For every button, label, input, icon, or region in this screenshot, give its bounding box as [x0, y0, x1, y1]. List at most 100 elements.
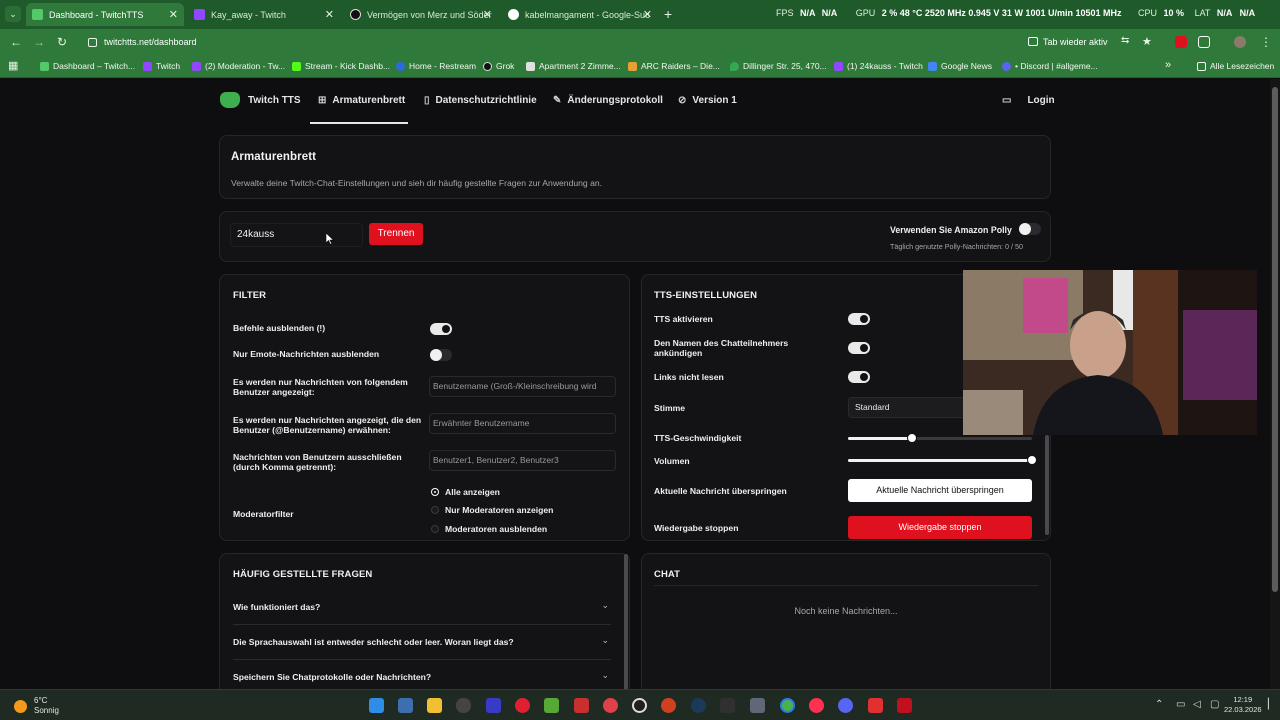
red-game-icon[interactable] — [868, 698, 883, 713]
extensions-icon[interactable] — [1198, 36, 1210, 48]
no-links-toggle[interactable] — [848, 371, 870, 383]
volume-icon[interactable]: ◁ — [1193, 699, 1201, 710]
browser-tab-google[interactable]: kabelmangament - Google-Suc ✕ — [502, 3, 658, 26]
apps-grid-icon[interactable]: ▦ — [8, 59, 18, 72]
discord-icon[interactable] — [838, 698, 853, 713]
site-info-icon[interactable] — [88, 38, 97, 47]
settings-gear-icon[interactable] — [750, 698, 765, 713]
close-tab-icon[interactable]: ✕ — [325, 8, 334, 21]
bookmark-item[interactable]: Dillinger Str. 25, 470... — [730, 61, 827, 71]
opera-gx-icon[interactable] — [515, 698, 530, 713]
nav-item-dashboard[interactable]: ⊞ Armaturenbrett — [318, 95, 405, 106]
tab-active-indicator[interactable]: Tab wieder aktiv — [1043, 37, 1108, 47]
file-explorer-icon[interactable] — [427, 698, 442, 713]
reload-icon[interactable]: ↻ — [57, 35, 67, 49]
bookmark-item[interactable]: Grok — [483, 61, 514, 71]
bookmark-item[interactable]: Dashboard – Twitch... — [40, 61, 135, 71]
bookmark-star-icon[interactable]: ★ — [1142, 35, 1152, 48]
volume-slider[interactable] — [848, 455, 1037, 465]
show-desktop-icon[interactable]: ▏ — [1268, 699, 1276, 710]
announce-name-toggle[interactable] — [848, 342, 870, 354]
calculator-icon[interactable] — [398, 698, 413, 713]
weather-widget[interactable]: 6°C Sonnig — [14, 696, 59, 716]
bookmark-item[interactable]: Apartment 2 Zimme... — [526, 61, 621, 71]
page-scrollbar-thumb[interactable] — [1272, 87, 1278, 592]
exclude-users-input[interactable]: Benutzer1, Benutzer2, Benutzer3 — [429, 450, 616, 471]
translate-icon[interactable]: ⇆ — [1121, 35, 1129, 46]
mouse-app-icon[interactable] — [456, 698, 471, 713]
close-tab-icon[interactable]: ✕ — [643, 8, 652, 21]
new-tab-icon[interactable]: + — [664, 6, 672, 22]
emote-only-toggle[interactable] — [430, 349, 452, 361]
radio-label[interactable]: Moderatoren ausblenden — [445, 524, 547, 534]
page-scrollbar[interactable] — [1270, 79, 1280, 689]
address-bar[interactable]: twitchtts.net/dashboard — [80, 33, 1020, 52]
system-clock[interactable]: 12:19 22.03.2026 — [1224, 695, 1262, 715]
from-users-input[interactable]: Benutzername (Groß-/Kleinschreibung wird — [429, 376, 616, 397]
bookmark-item[interactable]: Home - Restream — [396, 61, 476, 71]
radio-label[interactable]: Nur Moderatoren anzeigen — [445, 505, 553, 515]
radio-label[interactable]: Alle anzeigen — [445, 487, 500, 497]
nav-item-version[interactable]: ⊘ Version 1 — [678, 95, 737, 106]
streaming-app-icon[interactable] — [603, 698, 618, 713]
browser-tab-dashboard[interactable]: Dashboard - TwitchTTS ✕ — [26, 3, 184, 26]
faq-item[interactable]: Speichern Sie Chatprotokolle oder Nachri… — [233, 660, 611, 689]
hide-commands-toggle[interactable] — [430, 323, 452, 335]
nav-item-changelog[interactable]: ✎ Änderungsprotokoll — [553, 95, 663, 106]
browser-tab-article[interactable]: Vermögen von Merz und Söder ✕ — [344, 3, 498, 26]
network-icon[interactable]: ▭ — [1176, 699, 1185, 710]
nav-item-privacy[interactable]: ▯ Datenschutzrichtlinie — [424, 95, 537, 106]
tts-enable-toggle[interactable] — [848, 313, 870, 325]
opera-icon[interactable] — [809, 698, 824, 713]
faq-item[interactable]: Wie funktioniert das? ⌄ — [233, 590, 611, 625]
speed-slider-handle[interactable] — [907, 433, 917, 443]
volume-slider-handle[interactable] — [1027, 455, 1037, 465]
skip-message-button[interactable]: Aktuelle Nachricht überspringen — [848, 479, 1032, 502]
bookmark-item[interactable]: • Discord | #allgeme... — [1002, 61, 1098, 71]
login-button[interactable]: ▭ Login — [1002, 95, 1055, 106]
steam-icon[interactable] — [691, 698, 706, 713]
notification-icon[interactable]: ▢ — [1210, 699, 1219, 710]
all-bookmarks-folder[interactable]: Alle Lesezeichen — [1197, 61, 1274, 71]
start-windows-icon[interactable] — [369, 698, 384, 713]
bookmark-item[interactable]: (2) Moderation - Tw... — [192, 61, 285, 71]
streamer-bot-icon[interactable] — [897, 698, 912, 713]
tab-search-icon[interactable]: ⌄ — [5, 6, 21, 22]
profile-avatar-icon[interactable] — [1234, 36, 1246, 48]
menu-kebab-icon[interactable]: ⋮ — [1260, 35, 1272, 49]
faq-item[interactable]: Die Sprachauswahl ist entweder schlecht … — [233, 625, 611, 660]
disconnect-button[interactable]: Trennen — [369, 223, 423, 245]
bookmark-item[interactable]: Google News — [928, 61, 992, 71]
minecraft-icon[interactable] — [544, 698, 559, 713]
obs-icon[interactable] — [632, 698, 647, 713]
adblock-extension-icon[interactable] — [1175, 36, 1187, 48]
back-icon[interactable]: ← — [10, 35, 22, 49]
stop-playback-button[interactable]: Wiedergabe stoppen — [848, 516, 1032, 539]
brand-link[interactable]: Twitch TTS — [220, 92, 301, 108]
radio-only-moderators[interactable] — [431, 506, 439, 514]
radio-show-all[interactable] — [432, 489, 438, 495]
more-bookmarks-icon[interactable]: » — [1165, 59, 1171, 71]
forward-icon[interactable]: → — [33, 35, 45, 49]
bookmark-item[interactable]: Stream - Kick Dashb... — [292, 61, 390, 71]
red-app-icon[interactable] — [661, 698, 676, 713]
chrome-icon[interactable] — [780, 698, 795, 713]
bookmark-item[interactable]: (1) 24kauss - Twitch — [834, 61, 923, 71]
mention-input[interactable]: Erwähnter Benutzername — [429, 413, 616, 434]
browser-tab-twitch[interactable]: Kay_away - Twitch ✕ — [188, 3, 340, 26]
v-app-icon[interactable] — [486, 698, 501, 713]
faq-scrollbar[interactable] — [624, 554, 628, 689]
speed-slider[interactable] — [848, 433, 1032, 443]
tray-chevron-up-icon[interactable]: ⌃ — [1155, 699, 1163, 710]
chevron-down-icon: ⌄ — [601, 635, 609, 645]
close-tab-icon[interactable]: ✕ — [169, 8, 178, 21]
game-launcher-icon[interactable] — [574, 698, 589, 713]
channel-input[interactable]: 24kauss — [230, 223, 363, 247]
tts-card-scrollbar[interactable] — [1045, 435, 1049, 535]
bookmark-item[interactable]: Twitch — [143, 61, 180, 71]
amazon-polly-toggle[interactable] — [1019, 223, 1041, 235]
epic-games-icon[interactable] — [720, 698, 735, 713]
bookmark-item[interactable]: ARC Raiders – Die... — [628, 61, 720, 71]
radio-hide-moderators[interactable] — [431, 525, 439, 533]
close-tab-icon[interactable]: ✕ — [483, 8, 492, 21]
